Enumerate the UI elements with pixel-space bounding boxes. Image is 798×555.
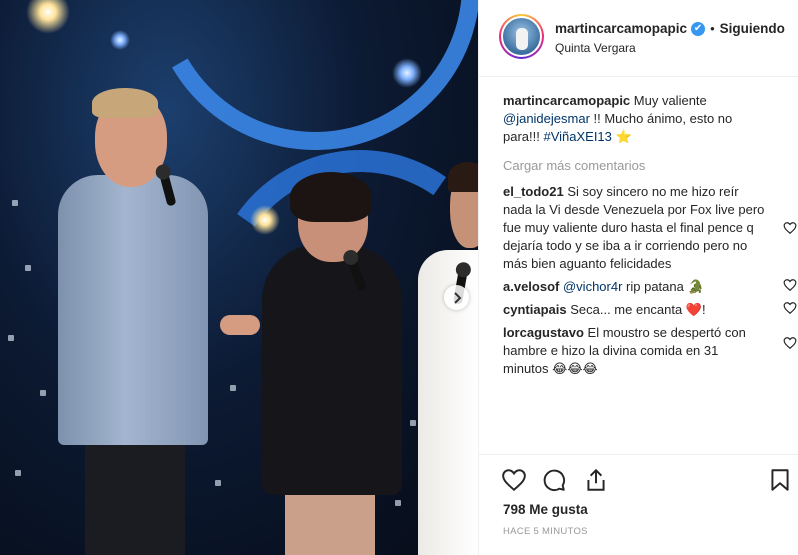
post-header: martincarcamopapic ✔ • Siguiendo Quinta …: [479, 0, 798, 77]
chevron-right-icon: [453, 291, 461, 304]
comment-icon[interactable]: [541, 467, 567, 493]
location-link[interactable]: Quinta Vergara: [555, 41, 636, 55]
stage-light: [392, 58, 422, 88]
post-photo[interactable]: [0, 0, 478, 555]
comment-item: cyntiapais Seca... me encanta ❤️!: [503, 301, 797, 319]
post-sidebar: martincarcamopapic ✔ • Siguiendo Quinta …: [478, 0, 798, 555]
comment-text: Seca... me encanta ❤️!: [570, 302, 706, 317]
comment-username[interactable]: lorcagustavo: [503, 325, 584, 340]
stage-light: [250, 205, 280, 235]
comment-item: el_todo21 Si soy sincero no me hizo reír…: [503, 183, 797, 273]
stage-light-arc: [112, 0, 478, 188]
comment-username[interactable]: a.velosof: [503, 279, 559, 294]
person-middle-dress: [262, 245, 402, 495]
heart-icon[interactable]: [783, 301, 797, 315]
comment-username[interactable]: cyntiapais: [503, 302, 567, 317]
heart-icon[interactable]: [783, 278, 797, 292]
person-left-hair: [92, 88, 158, 118]
comment-text: rip patana 🐊: [622, 279, 704, 294]
person-left-pants: [85, 440, 185, 555]
verified-badge-icon: ✔: [691, 21, 706, 36]
comments-list: martincarcamopapic Muy valiente @janidej…: [503, 92, 797, 383]
caption-text: Muy valiente: [630, 93, 707, 108]
likes-count[interactable]: 798 Me gusta: [503, 502, 588, 517]
comment-username[interactable]: el_todo21: [503, 184, 564, 199]
led-dot: [8, 335, 14, 341]
following-button[interactable]: Siguiendo: [720, 21, 785, 36]
comment-item: a.velosof @vichor4r rip patana 🐊: [503, 278, 797, 296]
post-actions: 798 Me gusta HACE 5 MINUTOS: [479, 454, 798, 555]
timestamp[interactable]: HACE 5 MINUTOS: [503, 526, 588, 537]
load-more-comments-button[interactable]: Cargar más comentarios: [503, 158, 789, 173]
share-icon[interactable]: [583, 467, 609, 493]
stage-light: [26, 0, 70, 34]
led-dot: [25, 265, 31, 271]
star-emoji: ⭐: [615, 129, 632, 144]
led-dot: [12, 200, 18, 206]
person-right-hair: [448, 162, 478, 192]
caption: martincarcamopapic Muy valiente @janidej…: [503, 92, 789, 146]
caption-username[interactable]: martincarcamopapic: [503, 93, 630, 108]
led-dot: [410, 420, 416, 426]
person-middle-hair: [290, 172, 372, 222]
username-link[interactable]: martincarcamopapic: [555, 21, 687, 36]
hashtag-link[interactable]: #ViñaXEI13: [543, 129, 611, 144]
separator: •: [710, 21, 715, 36]
led-dot: [40, 390, 46, 396]
led-dot: [230, 385, 236, 391]
person-left-suit: [58, 175, 208, 445]
user-row: martincarcamopapic ✔ • Siguiendo: [555, 21, 785, 36]
bookmark-icon[interactable]: [767, 467, 793, 493]
person-left-hand: [220, 315, 260, 335]
stage-light: [110, 30, 130, 50]
mention-link[interactable]: @janidejesmar: [503, 111, 590, 126]
led-dot: [215, 480, 221, 486]
comment-item: lorcagustavo El moustro se despertó con …: [503, 324, 797, 378]
led-dot: [395, 500, 401, 506]
next-photo-button[interactable]: [444, 285, 469, 310]
heart-icon[interactable]: [783, 336, 797, 350]
mention-link[interactable]: @vichor4r: [563, 279, 622, 294]
avatar[interactable]: [499, 14, 544, 59]
person-middle-legs: [285, 490, 375, 555]
heart-icon[interactable]: [783, 221, 797, 235]
heart-icon[interactable]: [501, 467, 527, 493]
led-dot: [15, 470, 21, 476]
